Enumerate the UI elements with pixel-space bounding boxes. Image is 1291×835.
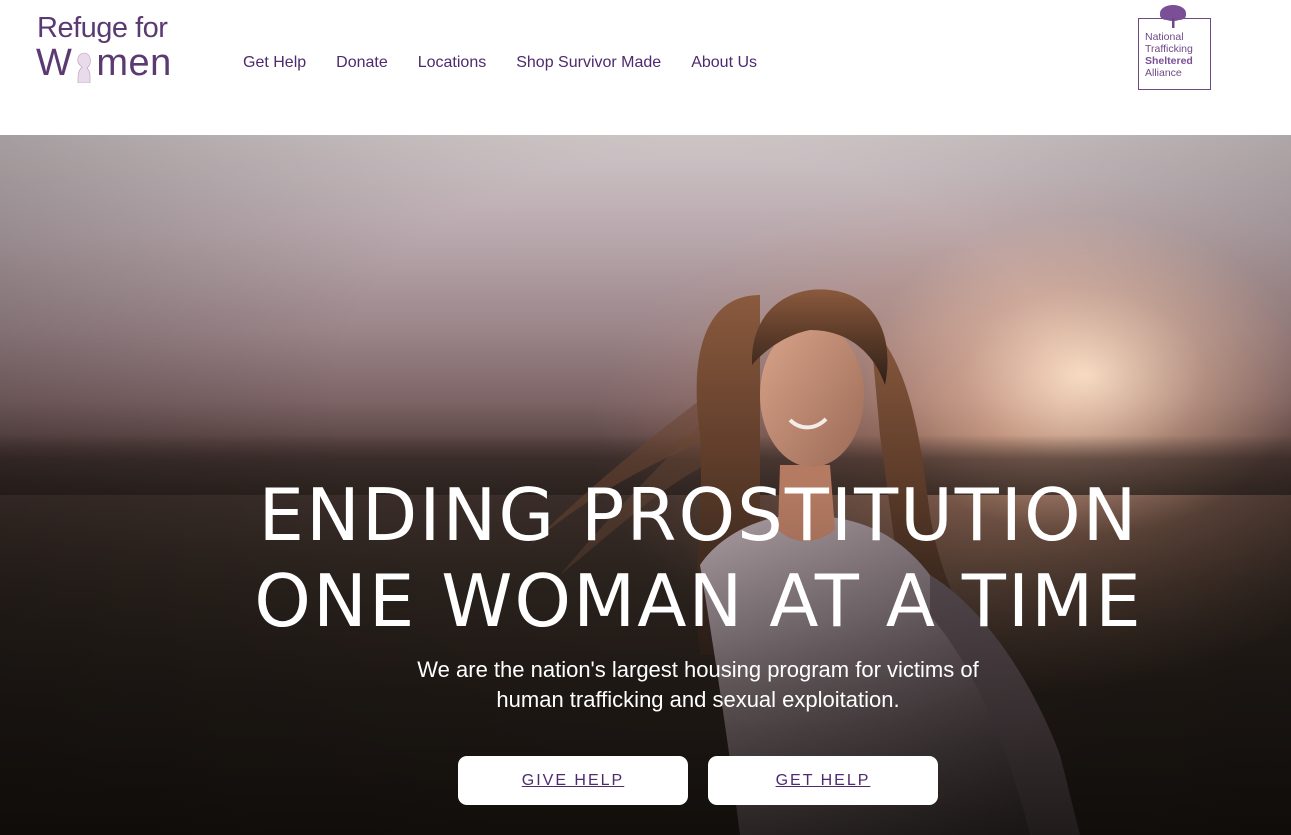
refuge-for-women-logo[interactable]: Refuge for Wmen [36,12,176,84]
subtext-line-2: human trafficking and sexual exploitatio… [496,687,900,712]
nav-get-help[interactable]: Get Help [243,52,306,74]
nav-shop-survivor-made[interactable]: Shop Survivor Made [516,52,661,74]
tree-icon [1160,5,1186,28]
subtext-line-1: We are the nation's largest housing prog… [417,657,979,682]
hero-headline: ENDING PROSTITUTION ONE WOMAN AT A TIME [0,472,1291,644]
badge-line-alliance: Alliance [1145,67,1182,79]
nav-locations[interactable]: Locations [418,52,487,74]
hero-banner: ENDING PROSTITUTION ONE WOMAN AT A TIME … [0,135,1291,835]
get-help-button[interactable]: GET HELP [708,756,938,805]
logo-letter-w: W [36,42,73,84]
headline-line-1: ENDING PROSTITUTION [258,473,1139,557]
main-nav: Get Help Donate Locations Shop Survivor … [243,52,787,74]
site-header: Refuge for Wmen Get Help Donate Location… [0,0,1291,135]
logo-letters-men: men [96,42,172,84]
badge-line-trafficking: Trafficking [1145,43,1193,55]
nav-donate[interactable]: Donate [336,52,388,74]
hero-subtext: We are the nation's largest housing prog… [348,655,1048,715]
headline-line-2: ONE WOMAN AT A TIME [254,559,1143,643]
badge-text: National Trafficking Sheltered Alliance [1145,31,1193,79]
badge-line-national: National [1145,31,1184,43]
logo-text-line1: Refuge for [37,12,168,44]
ntsa-badge[interactable]: National Trafficking Sheltered Alliance [1133,4,1213,90]
badge-line-sheltered: Sheltered [1145,55,1193,67]
logo-text-line2: Wmen [36,42,172,84]
give-help-button[interactable]: GIVE HELP [458,756,688,805]
nav-about-us[interactable]: About Us [691,52,757,74]
